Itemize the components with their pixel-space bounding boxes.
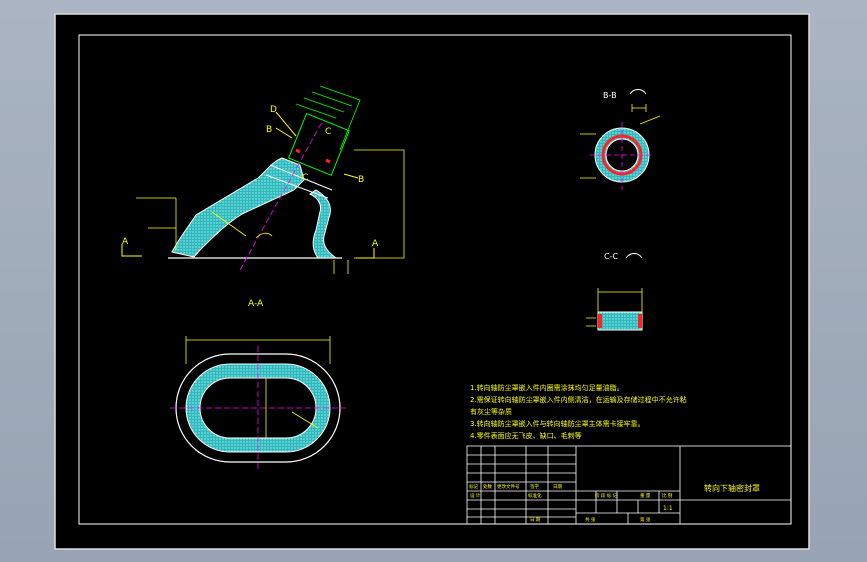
tb-date: 日 期	[530, 517, 541, 523]
tb-standardize: 标准化	[528, 492, 542, 499]
tb-ratio: 比 例	[662, 492, 673, 499]
cc-body	[597, 311, 643, 331]
note-line-5: 4.零件表面应无飞皮、缺口、毛刺等	[470, 431, 582, 440]
marker-d: D	[270, 105, 277, 115]
tb-label-count: 处数	[483, 483, 492, 490]
drawing-sheet	[54, 13, 810, 550]
marker-c-top: C	[325, 127, 331, 137]
scale-value: 1:1	[663, 505, 673, 512]
marker-c-bottom: C	[302, 173, 308, 183]
tb-stage: 阶 段 标 记	[595, 492, 618, 499]
marker-b-left: B	[266, 125, 272, 135]
marker-b-right: B	[358, 175, 364, 185]
cad-drawing-canvas: A A B B C C D A-A B-B C-C 1.转向轴防尘罩嵌入件内圈需…	[54, 13, 810, 550]
cc-red-left	[598, 314, 602, 328]
tb-design: 设 计	[470, 492, 481, 499]
note-line-3: 有灰尘等杂质	[470, 407, 512, 416]
part-name: 转向下轴密封罩	[704, 483, 760, 493]
cc-red-right	[638, 314, 642, 328]
tb-sheet-no: 第 张	[640, 516, 651, 523]
tb-sheets-total: 共 张	[585, 516, 596, 523]
note-line-2: 2.需保证转向轴防尘罩嵌入件内侧清洁，在运输及存储过程中不允许粘	[470, 395, 687, 404]
tb-label-mark: 标记	[469, 483, 478, 490]
view-label-aa: A-A	[248, 299, 264, 309]
tb-label-doc: 更改文件号	[497, 483, 520, 490]
marker-a-left: A	[122, 237, 129, 247]
view-label-bb: B-B	[603, 91, 617, 100]
note-line-1: 1.转向轴防尘罩嵌入件内圈需涂抹均匀足量油脂。	[470, 383, 624, 392]
tb-label-date: 日期	[553, 484, 562, 490]
view-label-cc: C-C	[604, 252, 618, 261]
tb-weight: 重 量	[640, 492, 651, 499]
note-line-4: 3.转向轴防尘罩嵌入件与转向轴防尘罩主体需卡接牢靠。	[470, 419, 645, 428]
tb-label-sign: 签字	[530, 483, 539, 490]
marker-a-right: A	[372, 239, 379, 249]
